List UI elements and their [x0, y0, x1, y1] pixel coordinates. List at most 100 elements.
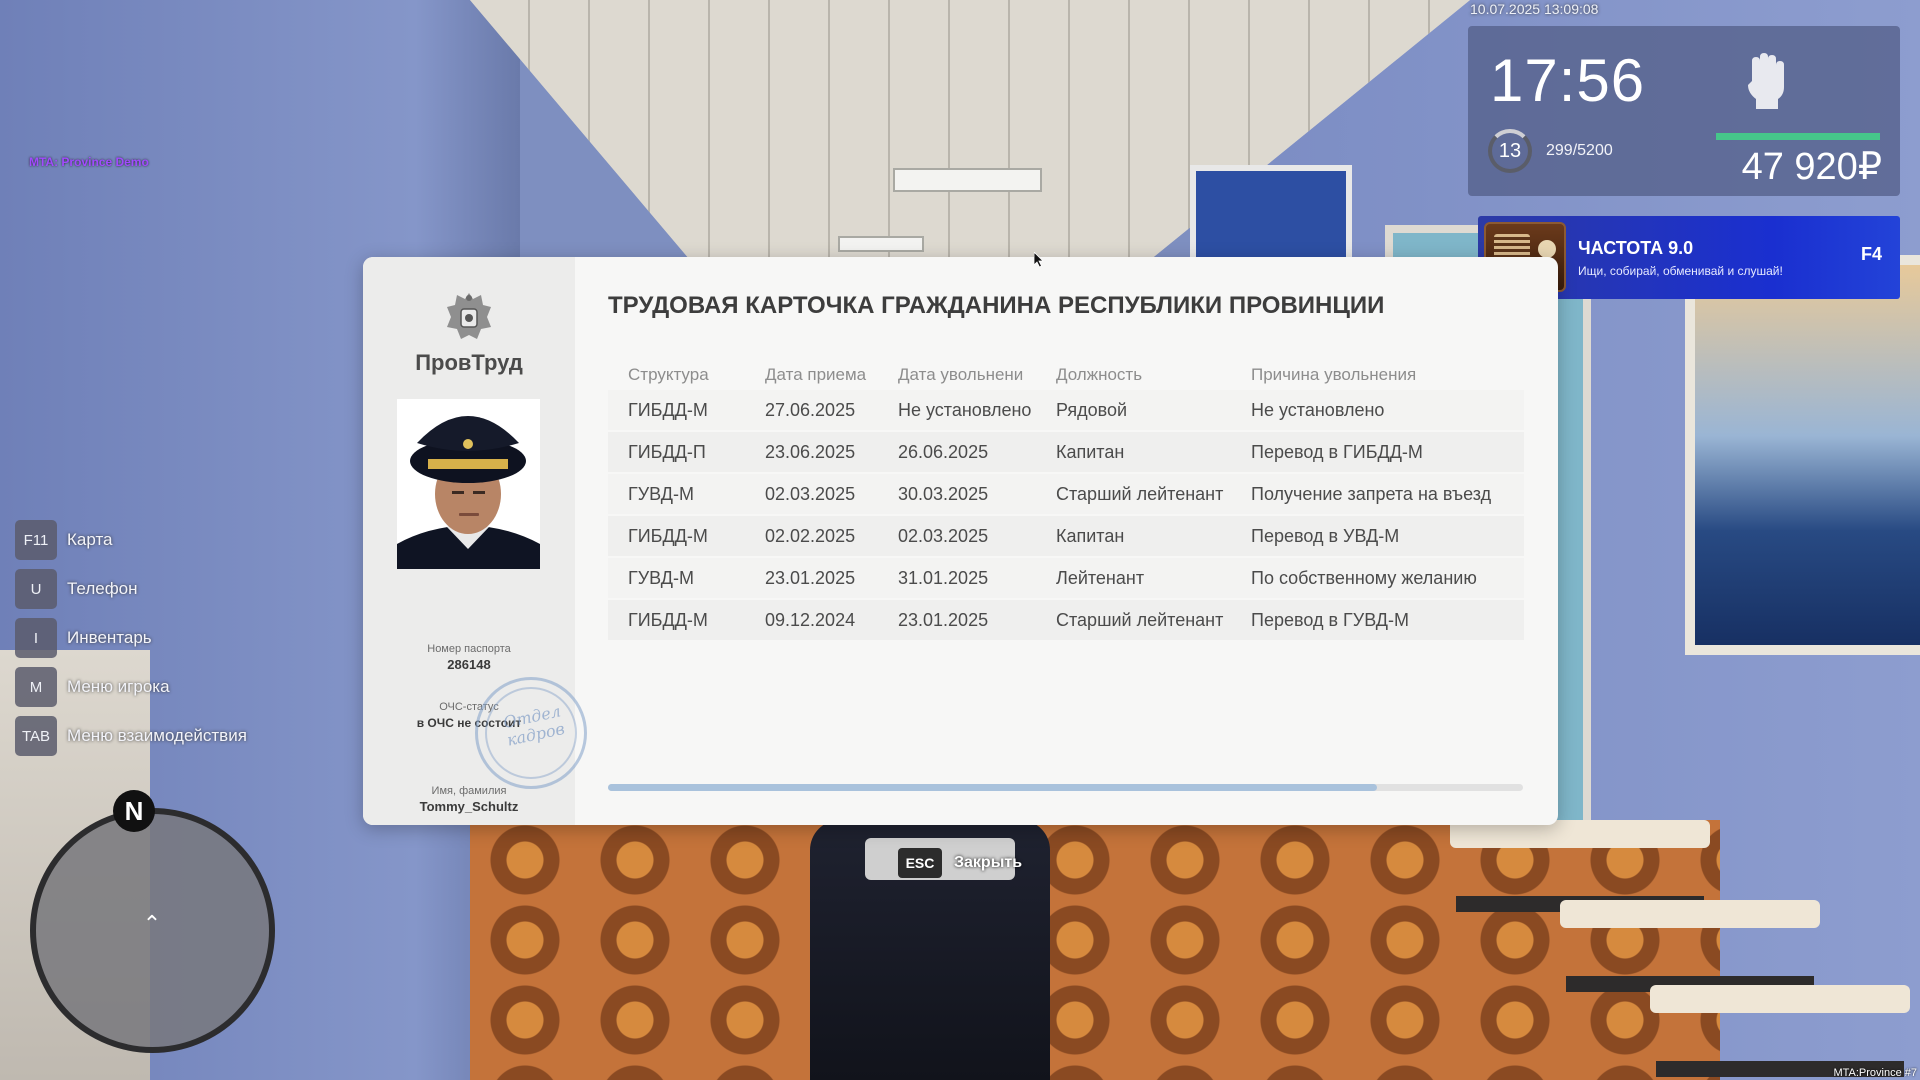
cell-fire-date: 31.01.2025 [898, 567, 989, 588]
keyhint-map[interactable]: F11 Карта [15, 520, 247, 560]
keyhint-list: F11 Карта U Телефон I Инвентарь M Меню и… [15, 520, 247, 765]
floor-carpet [470, 820, 1720, 1080]
health-bar [1716, 133, 1880, 140]
cell-fire-date: 23.01.2025 [898, 609, 989, 630]
scrollbar-thumb[interactable] [608, 784, 1377, 791]
cursor-icon [1034, 252, 1044, 268]
keyhint-label: Меню игрока [67, 677, 170, 696]
close-label: Закрыть [954, 854, 1023, 871]
cell-hire-date: 09.12.2024 [765, 609, 856, 630]
money-balance: 47 920₽ [1741, 146, 1882, 188]
keyhint-player-menu[interactable]: M Меню игрока [15, 667, 247, 707]
keyhint-label: Инвентарь [67, 628, 152, 647]
level-value: 13 [1498, 139, 1522, 162]
level-badge: 13 [1488, 129, 1532, 173]
keycap: TAB [15, 716, 57, 756]
card-title: ТРУДОВАЯ КАРТОЧКА ГРАЖДАНИНА РЕСПУБЛИКИ … [608, 292, 1385, 319]
cell-fire-date: 02.03.2025 [898, 525, 989, 546]
table-row: ГУВД-М 23.01.2025 31.01.2025 Лейтенант П… [608, 558, 1524, 598]
cell-reason: Перевод в ГИБДД-М [1251, 441, 1423, 462]
keycap: M [15, 667, 57, 707]
cell-hire-date: 02.02.2025 [765, 525, 856, 546]
cell-position: Старший лейтенант [1056, 483, 1224, 504]
keyhint-phone[interactable]: U Телефон [15, 569, 247, 609]
fist-icon [1748, 53, 1784, 109]
cell-reason: По собственному желанию [1251, 567, 1477, 588]
table-row: ГИБДД-П 23.06.2025 26.06.2025 Капитан Пе… [608, 432, 1524, 472]
table-row: ГУВД-М 02.03.2025 30.03.2025 Старший лей… [608, 474, 1524, 514]
chair [1650, 985, 1910, 1013]
cell-reason: Получение запрета на въезд [1251, 483, 1492, 504]
citizen-photo [397, 399, 540, 569]
cell-position: Лейтенант [1056, 567, 1145, 588]
server-name: MTA: Province Demo [29, 155, 149, 169]
radio-title: ЧАСТОТА 9.0 [1578, 238, 1694, 258]
cell-hire-date: 02.03.2025 [765, 483, 856, 504]
ceiling-lamp [893, 168, 1042, 192]
keyhint-label: Меню взаимодействия [67, 726, 247, 745]
xp-counter: 299/5200 [1546, 142, 1613, 159]
card-sidebar: ПровТруд Имя, фамилия Tommy_Schultz Номе… [363, 257, 587, 825]
employment-table: Структура Дата приема Дата увольнени Дол… [608, 362, 1524, 640]
keycap: F11 [15, 520, 57, 560]
cell-fire-date: 26.06.2025 [898, 441, 989, 462]
table-row: ГИБДД-М 02.02.2025 02.03.2025 Капитан Пе… [608, 516, 1524, 556]
cell-structure: ГУВД-М [628, 483, 694, 504]
column-header: Структура [628, 365, 709, 384]
keycap: I [15, 618, 57, 658]
cell-position: Капитан [1056, 525, 1125, 546]
cell-hire-date: 23.06.2025 [765, 441, 856, 462]
table-row: ГИБДД-М 27.06.2025 Не установлено Рядово… [608, 390, 1524, 430]
cell-structure: ГИБДД-М [628, 525, 708, 546]
painting [1685, 255, 1920, 655]
name-value: Tommy_Schultz [419, 799, 519, 814]
cell-hire-date: 27.06.2025 [765, 399, 856, 420]
player-arrow-icon: ⌃ [142, 911, 162, 936]
stamp-line: Отдел [501, 701, 563, 733]
compass-north: N [113, 790, 155, 832]
table-header: Структура Дата приема Дата увольнени Дол… [608, 362, 1524, 388]
cell-position: Рядовой [1056, 399, 1128, 420]
close-button[interactable]: ESC Закрыть [898, 848, 1022, 878]
cell-position: Капитан [1056, 441, 1125, 462]
passport-label: Номер паспорта [427, 643, 511, 655]
keyhint-inventory[interactable]: I Инвентарь [15, 618, 247, 658]
cell-reason: Перевод в УВД-М [1251, 525, 1400, 546]
game-clock: 17:56 [1490, 47, 1646, 114]
horizontal-scrollbar[interactable] [608, 784, 1523, 791]
cell-structure: ГИБДД-М [628, 609, 708, 630]
keyhint-interaction-menu[interactable]: TAB Меню взаимодействия [15, 716, 247, 756]
passport-value: 286148 [447, 657, 491, 672]
keycap: U [15, 569, 57, 609]
radio-subtitle: Ищи, собирай, обменивай и слушай! [1578, 264, 1783, 278]
keyhint-label: Телефон [67, 579, 138, 598]
build-label: MTA:Province #7 [1833, 1067, 1917, 1079]
column-header: Дата увольнени [898, 365, 1024, 384]
status-panel: 17:56 13 299/5200 47 920₽ [1468, 26, 1900, 196]
cell-fire-date: 30.03.2025 [898, 483, 989, 504]
org-name: ПровТруд [415, 350, 523, 375]
employment-card-modal: ПровТруд Имя, фамилия Tommy_Schultz Номе… [363, 257, 1558, 825]
radio-hotkey: F4 [1860, 244, 1882, 264]
emblem-icon [447, 293, 491, 339]
column-header: Должность [1056, 365, 1143, 384]
cell-reason: Перевод в ГУВД-М [1251, 609, 1409, 630]
datetime: 10.07.2025 13:09:08 [1470, 1, 1599, 17]
column-header: Дата приема [765, 365, 867, 384]
cell-position: Старший лейтенант [1056, 609, 1224, 630]
stamp-line: кадров [505, 718, 567, 750]
cell-structure: ГИБДД-М [628, 399, 708, 420]
cell-reason: Не установлено [1251, 399, 1385, 420]
table-row: ГИБДД-М 09.12.2024 23.01.2025 Старший ле… [608, 600, 1524, 640]
ceiling-lamp [838, 236, 924, 252]
cell-structure: ГИБДД-П [628, 441, 706, 462]
table-body: ГИБДД-М 27.06.2025 Не установлено Рядово… [608, 390, 1524, 640]
cell-hire-date: 23.01.2025 [765, 567, 856, 588]
keyhint-label: Карта [67, 530, 113, 549]
close-hotkey: ESC [898, 848, 942, 878]
cell-fire-date: Не установлено [898, 399, 1032, 420]
column-header: Причина увольнения [1251, 365, 1417, 384]
cell-structure: ГУВД-М [628, 567, 694, 588]
hr-stamp: Отдел кадров [475, 677, 587, 789]
chair [1560, 900, 1820, 928]
